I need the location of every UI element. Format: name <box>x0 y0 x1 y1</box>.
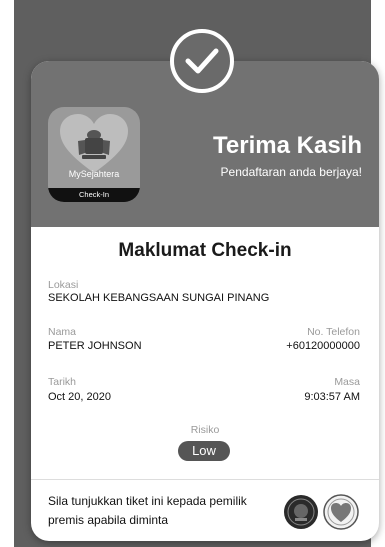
location-label: Lokasi <box>48 279 79 291</box>
phone-label: No. Telefon <box>307 326 360 338</box>
time-value: 9:03:57 AM <box>304 391 360 403</box>
checkin-info-title: Maklumat Check-in <box>118 240 292 261</box>
government-seal-icon <box>284 495 318 529</box>
crest-icon <box>78 130 110 159</box>
risk-label: Risiko <box>190 424 220 436</box>
care-seal-icon <box>323 494 359 530</box>
app-checkin-strip: Check-In <box>48 188 140 202</box>
time-label: Masa <box>334 376 360 388</box>
show-ticket-instruction: Sila tunjukkan tiket ini kepada pemilik … <box>48 494 247 527</box>
success-check-icon <box>170 29 234 93</box>
date-label: Tarikh <box>48 376 77 388</box>
thank-you-title: Terima Kasih <box>213 132 362 159</box>
risk-status-badge: Low <box>178 441 230 461</box>
app-name-label: MySejahtera <box>68 169 120 179</box>
phone-value: +60120000000 <box>286 340 360 352</box>
mysejahtera-app-icon: MySejahtera Check-In <box>48 107 140 202</box>
registration-success-text: Pendaftaran anda berjaya! <box>220 165 362 179</box>
location-value: SEKOLAH KEBANGSAAN SUNGAI PINANG <box>48 292 270 304</box>
date-value: Oct 20, 2020 <box>48 391 111 403</box>
name-label: Nama <box>48 326 77 338</box>
name-value: PETER JOHNSON <box>48 340 142 352</box>
checkin-ticket-card: MySejahtera Check-In Terima Kasih Pendaf… <box>31 61 379 541</box>
footer-divider <box>31 479 379 480</box>
